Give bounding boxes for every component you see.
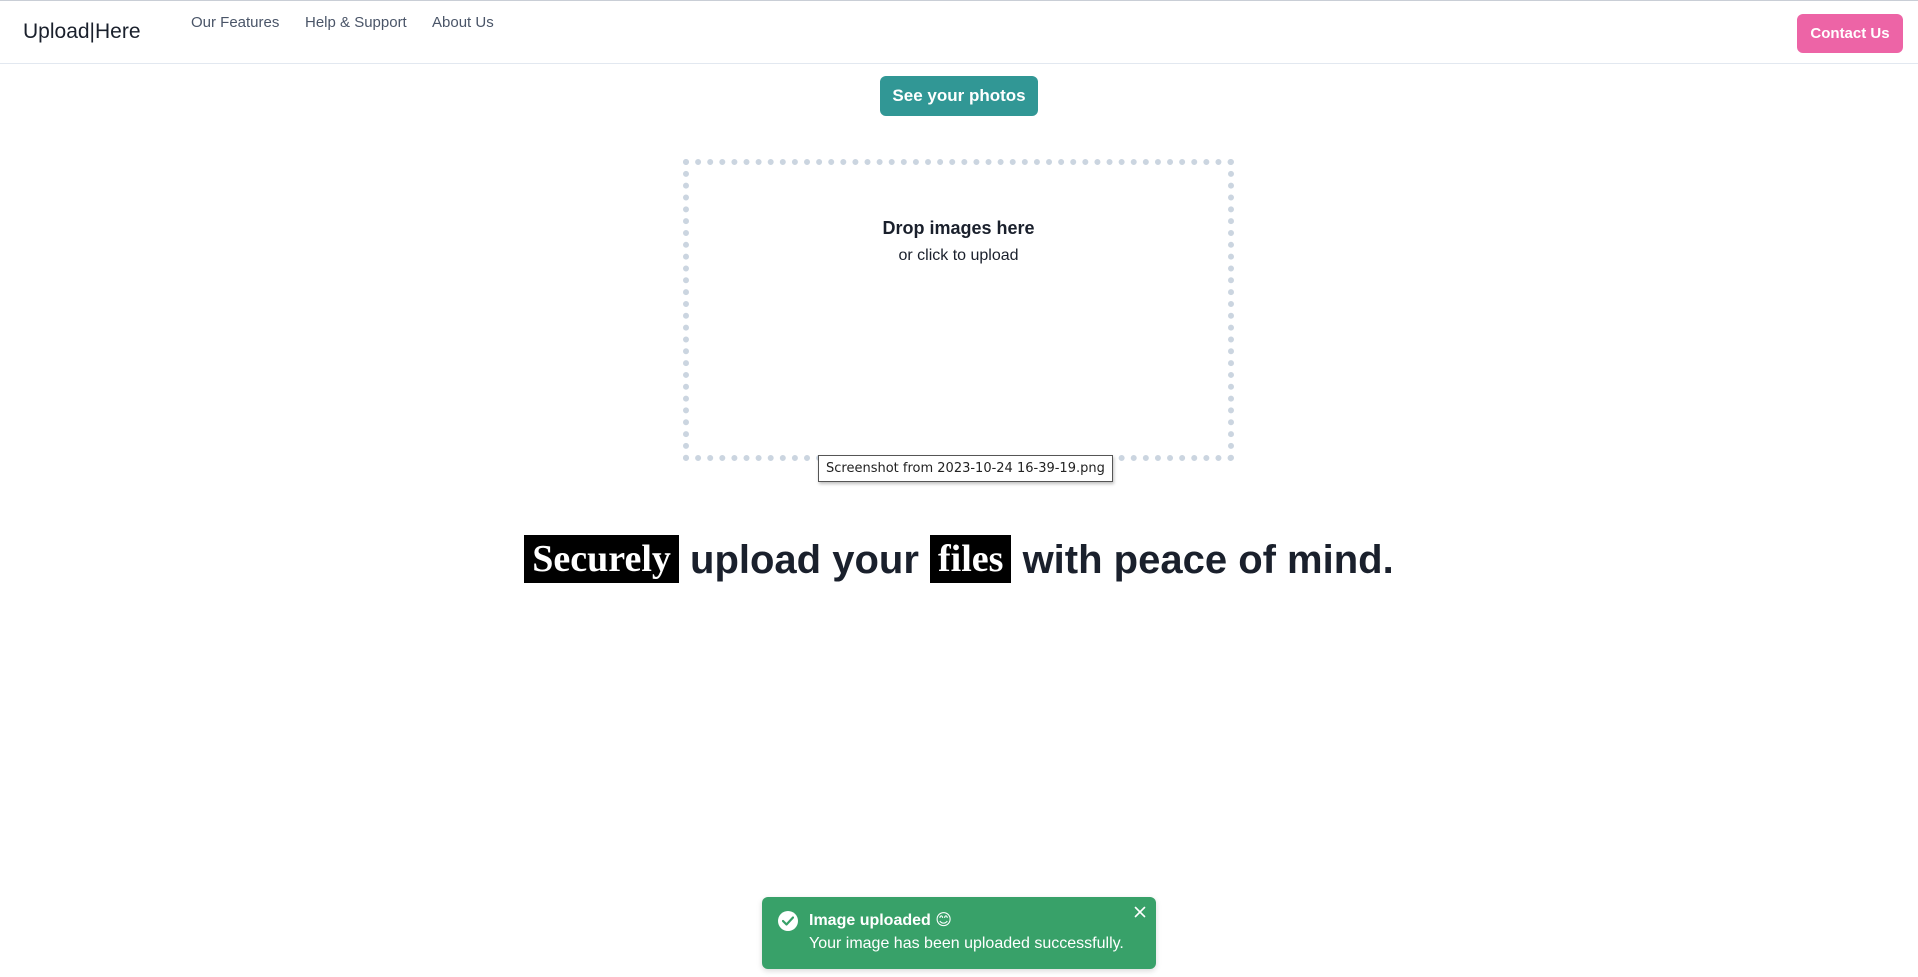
- headline-text-2: with peace of mind.: [1011, 538, 1394, 582]
- page: Upload|Here Our Features Help & Support …: [0, 0, 1918, 977]
- headline-text-1: upload your: [678, 538, 931, 582]
- file-name-tooltip: Screenshot from 2023-10-24 16-39-19.png: [818, 455, 1113, 482]
- check-circle-icon: [778, 911, 798, 931]
- see-photos-button[interactable]: See your photos: [880, 76, 1038, 116]
- close-icon[interactable]: [1132, 904, 1148, 920]
- headline-highlight-files: files: [930, 535, 1012, 583]
- headline-highlight-securely: Securely: [524, 535, 679, 583]
- toast-title: Image uploaded 😊: [809, 912, 952, 929]
- toast-message: Your image has been uploaded successfull…: [809, 935, 1124, 952]
- dropzone-title: Drop images here: [882, 218, 1035, 238]
- navbar: Upload|Here Our Features Help & Support …: [0, 0, 1918, 64]
- image-dropzone[interactable]: Drop images here or click to upload: [683, 159, 1234, 461]
- contact-us-button[interactable]: Contact Us: [1797, 14, 1903, 53]
- nav-link-about[interactable]: About Us: [432, 14, 494, 31]
- dropzone-subtitle: or click to upload: [898, 247, 1019, 264]
- nav-link-features[interactable]: Our Features: [191, 14, 279, 31]
- page-headline: Securely upload your files with peace of…: [0, 535, 1918, 585]
- nav-link-help-support[interactable]: Help & Support: [305, 14, 407, 31]
- brand-logo[interactable]: Upload|Here: [23, 20, 141, 44]
- upload-success-toast: Image uploaded 😊 Your image has been upl…: [762, 897, 1156, 969]
